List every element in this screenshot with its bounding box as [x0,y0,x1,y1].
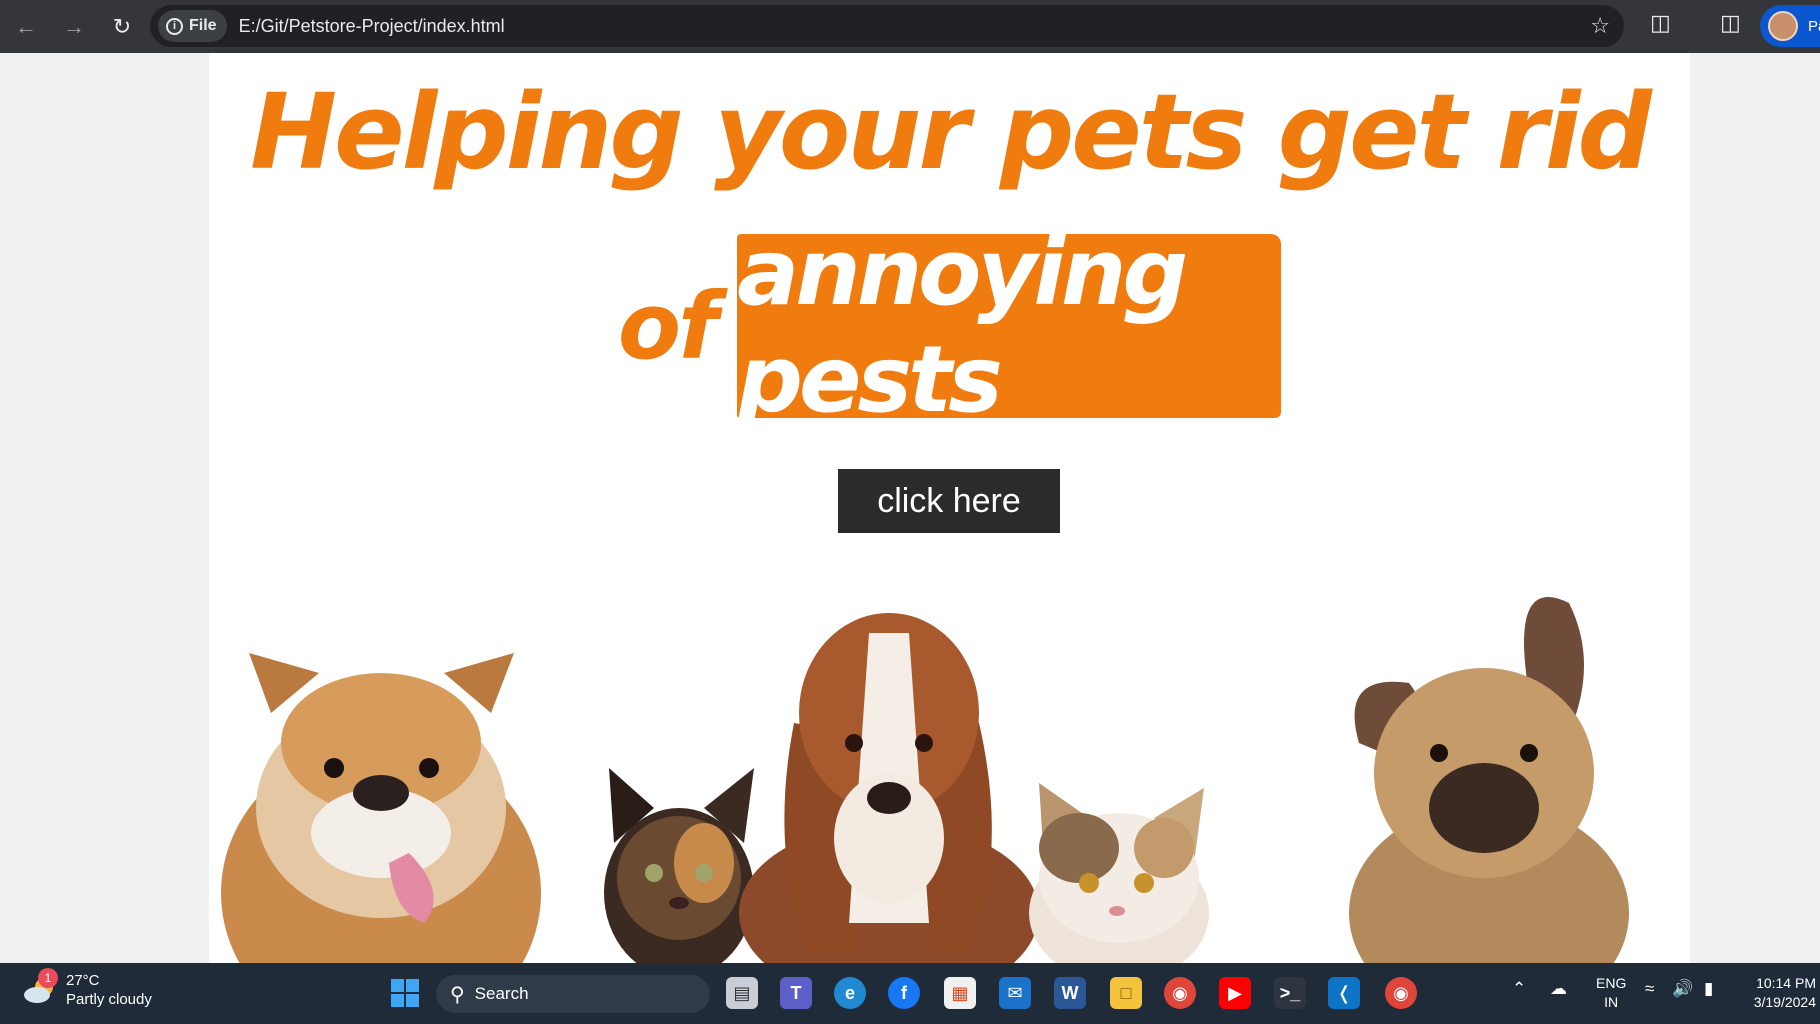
clock[interactable]: 10:14 PM 3/19/2024 [1754,974,1816,1012]
language-indicator[interactable]: ENG IN [1596,974,1626,1012]
url-text[interactable]: E:/Git/Petstore-Project/index.html [239,16,505,37]
reload-icon: ↻ [112,13,132,39]
volume-icon[interactable]: 🔊 [1672,979,1693,999]
weather-badge: 1 [38,968,58,988]
search-label: Search [474,984,529,1003]
show-hidden-icons-chevron-icon[interactable]: ⌃ [1512,979,1526,999]
extensions-icon[interactable]: ◫ [1650,10,1671,36]
pets-banner-image [221,597,1629,963]
mail-icon[interactable]: ✉ [999,977,1031,1009]
clock-date: 3/19/2024 [1753,994,1816,1010]
wifi-icon[interactable]: ≈ [1645,979,1654,999]
taskbar-search[interactable]: ⚲ Search [436,975,710,1013]
vscode-icon[interactable]: ❬ [1328,977,1360,1009]
onedrive-cloud-icon[interactable]: ☁ [1550,979,1567,999]
kitten-image [604,768,754,963]
address-bar[interactable]: i File E:/Git/Petstore-Project/index.htm… [150,5,1624,47]
site-info-chip[interactable]: i File [158,10,227,42]
headline-line-1: Helping your pets get rid [250,71,1652,193]
bulldog-image [221,653,541,963]
forward-button[interactable]: → [52,5,96,49]
task-view-icon[interactable]: ▤ [726,977,758,1009]
headline-prefix: of [617,272,718,380]
youtube-icon[interactable]: ▶ [1219,977,1251,1009]
avatar [1768,11,1798,41]
browser-toolbar: ← → ↻ i File E:/Git/Petstore-Project/ind… [0,0,1820,53]
chrome-profile-icon[interactable]: ◉ [1385,977,1417,1009]
chrome-icon[interactable]: ◉ [1164,977,1196,1009]
reload-button[interactable]: ↻ [100,5,144,49]
edge-icon[interactable]: e [834,977,866,1009]
windows-logo-icon [391,979,404,992]
file-chip-label: File [189,17,217,34]
info-icon: i [166,17,183,35]
hero-section: Helping your pets get rid of annoying pe… [209,53,1690,963]
file-explorer-icon[interactable]: □ [1110,977,1142,1009]
partly-cloudy-icon: 1 [22,968,60,1009]
french-bulldog-image [1349,597,1629,963]
bookmark-star-icon[interactable]: ☆ [1590,13,1610,39]
page-viewport: Helping your pets get rid of annoying pe… [0,53,1820,963]
exotic-cat-image [1029,783,1209,963]
windows-taskbar: 1 27°C Partly cloudy ⚲ Search ▤ T e f ▦ … [0,963,1820,1024]
store-icon[interactable]: ▦ [944,977,976,1009]
profile-label: Pa [1808,17,1820,35]
lang-line-2: IN [1604,994,1619,1010]
battery-icon[interactable]: ▮ [1704,979,1713,999]
word-icon[interactable]: W [1054,977,1086,1009]
side-panel-icon[interactable]: ◫ [1720,10,1741,36]
search-icon: ⚲ [450,983,465,1006]
headline-line-2: of annoying pests [209,219,1690,433]
terminal-icon[interactable]: >_ [1274,977,1306,1009]
forward-arrow-icon: → [63,13,85,39]
profile-button[interactable]: Pa [1760,5,1820,47]
back-button[interactable]: ← [4,5,48,49]
start-button[interactable] [391,979,419,1007]
weather-widget[interactable]: 1 27°C Partly cloudy [22,968,152,1009]
lang-line-1: ENG [1596,975,1627,991]
back-arrow-icon: ← [15,13,37,39]
click-here-button[interactable]: click here [838,469,1060,533]
weather-condition: Partly cloudy [66,991,152,1008]
temperature: 27°C [66,972,100,989]
clock-time: 10:14 PM [1756,975,1816,991]
headline-highlight: annoying pests [737,219,1282,433]
facebook-icon[interactable]: f [888,977,920,1009]
basset-hound-image [739,613,1039,963]
teams-icon[interactable]: T [780,977,812,1009]
